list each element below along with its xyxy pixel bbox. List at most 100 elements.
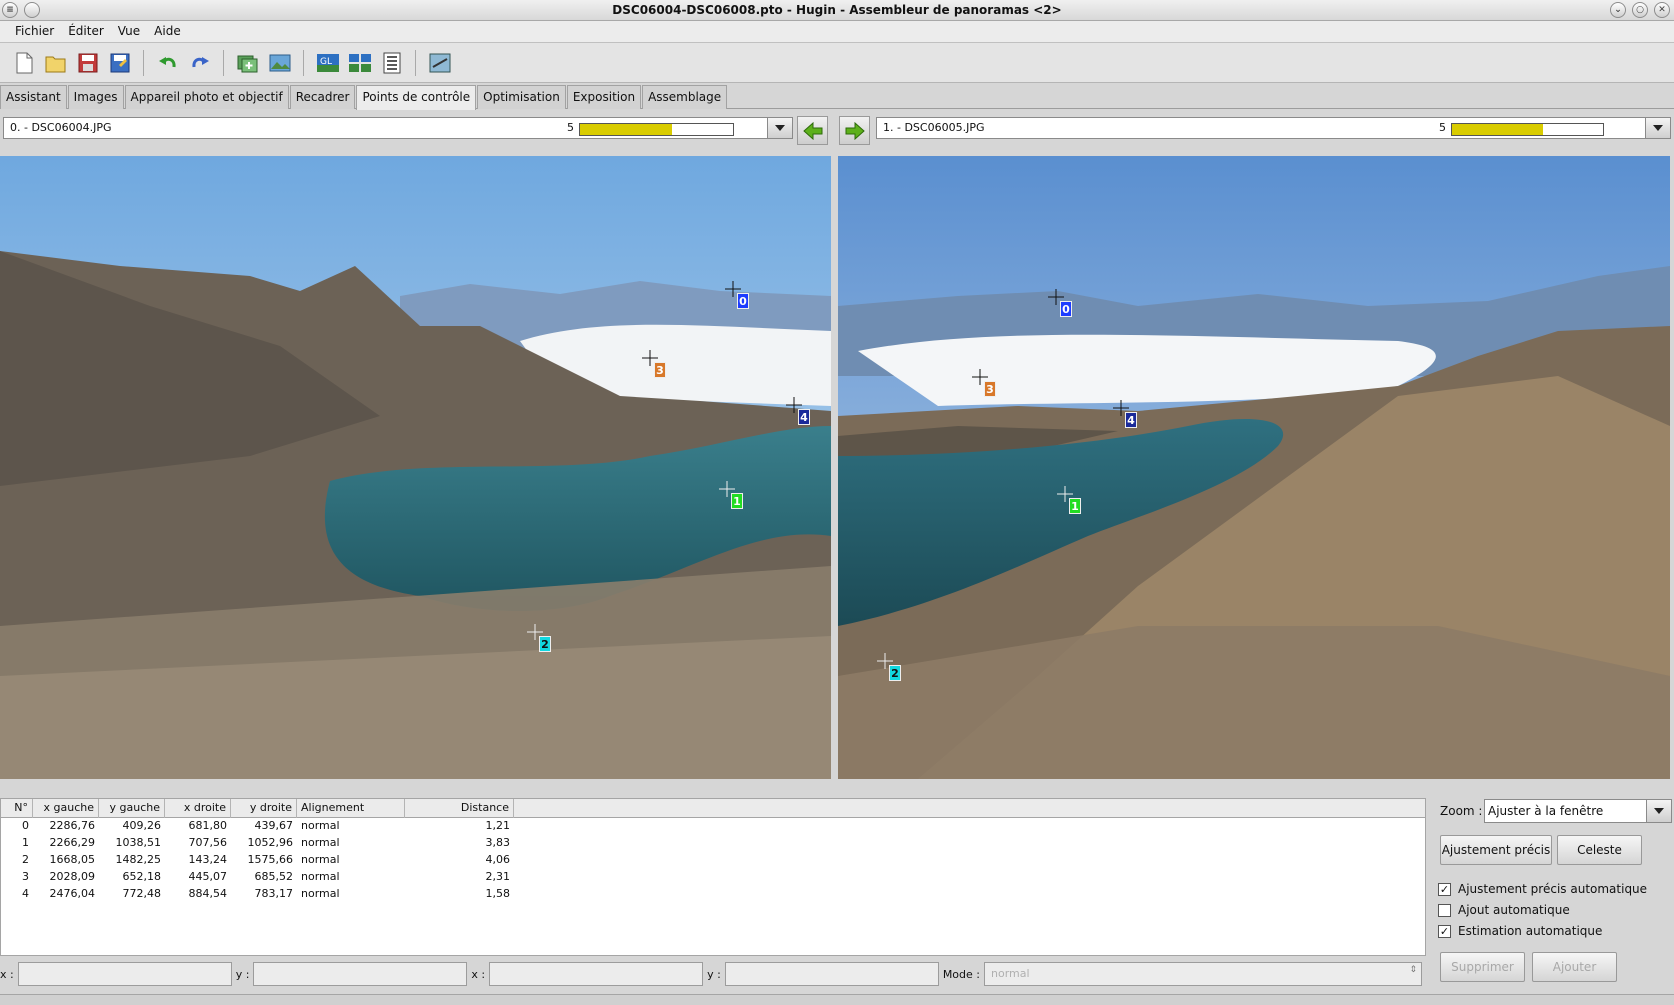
fine-tune-button[interactable]: Ajustement précis (1440, 835, 1552, 865)
auto-fine-tune-checkbox[interactable]: ✓ Ajustement précis automatique (1438, 882, 1647, 896)
tab-exposure[interactable]: Exposition (566, 85, 642, 109)
previous-image-button[interactable] (797, 116, 828, 145)
menu-vue[interactable]: Vue (111, 21, 147, 42)
next-image-button[interactable] (839, 116, 870, 145)
window-menu-icon[interactable]: ≡ (2, 2, 18, 18)
add-button[interactable]: Ajouter (1532, 952, 1617, 982)
table-cell: normal (301, 836, 340, 849)
menu-aide[interactable]: Aide (147, 21, 188, 42)
redo-icon[interactable] (186, 49, 213, 76)
maximize-icon[interactable]: ○ (1632, 2, 1648, 18)
mode-select[interactable]: normal ⇕ (984, 962, 1422, 986)
zoom-select[interactable]: Ajuster à la fenêtre (1484, 799, 1672, 823)
tab-camera-lens[interactable]: Appareil photo et objectif (124, 85, 289, 109)
left-marker-label: 3 (654, 362, 666, 378)
y-left-input[interactable] (253, 962, 468, 986)
add-time-series-icon[interactable] (266, 49, 293, 76)
table-cell: normal (301, 819, 340, 832)
table-cell: 2028,09 (49, 870, 96, 883)
control-points-table: N° x gauche y gauche x droite y droite A… (0, 798, 1426, 956)
menu-editer[interactable]: Éditer (61, 21, 111, 42)
table-cell: 681,80 (188, 819, 228, 832)
table-cell: 2266,29 (49, 836, 96, 849)
y-right-label: y : (707, 967, 721, 981)
tab-images[interactable]: Images (67, 85, 124, 109)
table-cell: 0 (22, 819, 29, 832)
y-left-label: y : (235, 967, 250, 981)
x-right-input[interactable] (489, 962, 704, 986)
table-row[interactable]: 1 2266,29 1038,51 707,56 1052,96 normal 3,83 (1, 835, 1425, 852)
add-images-icon[interactable] (234, 49, 261, 76)
table-cell: 1038,51 (115, 836, 162, 849)
col-distance[interactable]: Distance (405, 799, 514, 818)
col-x-right[interactable]: x droite (165, 799, 231, 818)
optimize-icon[interactable] (426, 49, 453, 76)
window-title: DSC06004-DSC06008.pto - Hugin - Assemble… (612, 3, 1062, 17)
celeste-button[interactable]: Celeste (1557, 835, 1642, 865)
main-tabs: Assistant Images Appareil photo et objec… (0, 85, 1674, 110)
table-cell: 2476,04 (49, 887, 96, 900)
table-cell: 772,48 (122, 887, 162, 900)
x-left-input[interactable] (17, 962, 232, 986)
auto-estimate-checkbox[interactable]: ✓ Estimation automatique (1438, 924, 1602, 938)
right-marker-label: 4 (1125, 412, 1137, 428)
tab-assistant[interactable]: Assistant (0, 85, 67, 109)
open-project-icon[interactable] (42, 49, 69, 76)
col-y-right[interactable]: y droite (231, 799, 297, 818)
auto-add-checkbox[interactable]: Ajout automatique (1438, 903, 1570, 917)
col-number[interactable]: N° (1, 799, 33, 818)
left-marker-label: 0 (737, 293, 749, 309)
y-right-input[interactable] (724, 962, 939, 986)
delete-button[interactable]: Supprimer (1440, 952, 1525, 982)
tab-crop[interactable]: Recadrer (289, 85, 356, 109)
right-image-label: 1. - DSC06005.JPG (883, 121, 985, 134)
window-sticky-icon[interactable] (24, 2, 40, 18)
table-cell: 1482,25 (115, 853, 162, 866)
table-cell: 1,21 (485, 819, 511, 832)
right-image-dropdown-button[interactable] (1645, 117, 1671, 139)
left-image-select[interactable]: 0. - DSC06004.JPG 5 (3, 117, 793, 139)
right-landscape-photo (838, 156, 1670, 779)
table-row[interactable]: 2 1668,05 1482,25 143,24 1575,66 normal 4,06 (1, 852, 1425, 869)
tab-stitching[interactable]: Assemblage (642, 85, 728, 109)
table-cell: 4,06 (485, 853, 511, 866)
table-cell: 3 (22, 870, 29, 883)
save-as-icon[interactable] (106, 49, 133, 76)
left-image-view[interactable]: 0 3 4 1 2 (0, 156, 831, 779)
save-icon[interactable] (74, 49, 101, 76)
col-alignment[interactable]: Alignement (297, 799, 405, 818)
auto-estimate-label: Estimation automatique (1458, 924, 1603, 938)
table-cell: 445,07 (188, 870, 228, 883)
control-points-table-icon[interactable] (378, 49, 405, 76)
table-cell: 3,83 (485, 836, 511, 849)
col-y-left[interactable]: y gauche (99, 799, 165, 818)
right-marker-label: 0 (1060, 301, 1072, 317)
col-x-left[interactable]: x gauche (33, 799, 99, 818)
right-image-select[interactable]: 1. - DSC06005.JPG 5 (876, 117, 1671, 139)
tab-control-points[interactable]: Points de contrôle (356, 85, 477, 110)
table-cell: 4 (22, 887, 29, 900)
fast-preview-icon[interactable]: GL (314, 49, 341, 76)
left-image-dropdown-button[interactable] (767, 117, 793, 139)
table-cell: 2286,76 (49, 819, 96, 832)
table-row[interactable]: 3 2028,09 652,18 445,07 685,52 normal 2,31 (1, 869, 1425, 886)
tab-optimisation[interactable]: Optimisation (477, 85, 566, 109)
close-icon[interactable]: ✕ (1654, 2, 1670, 18)
minimize-icon[interactable]: ⌄ (1610, 2, 1626, 18)
auto-fine-tune-checkmark: ✓ (1438, 882, 1451, 896)
new-project-icon[interactable] (10, 49, 37, 76)
preview-icon[interactable] (346, 49, 373, 76)
left-marker-label: 1 (731, 493, 743, 509)
right-marker-label: 3 (984, 381, 996, 397)
table-cell: 783,17 (254, 887, 294, 900)
right-image-view[interactable]: 0 3 4 1 2 (838, 156, 1670, 779)
table-cell: 1 (22, 836, 29, 849)
auto-add-label: Ajout automatique (1458, 903, 1570, 917)
table-row[interactable]: 4 2476,04 772,48 884,54 783,17 normal 1,58 (1, 886, 1425, 903)
table-row[interactable]: 0 2286,76 409,26 681,80 439,67 normal 1,21 (1, 818, 1425, 835)
zoom-dropdown-button[interactable] (1646, 799, 1672, 823)
table-cell: 2 (22, 853, 29, 866)
menu-fichier[interactable]: Fichier (8, 21, 61, 42)
undo-icon[interactable] (154, 49, 181, 76)
left-marker-label: 4 (798, 409, 810, 425)
